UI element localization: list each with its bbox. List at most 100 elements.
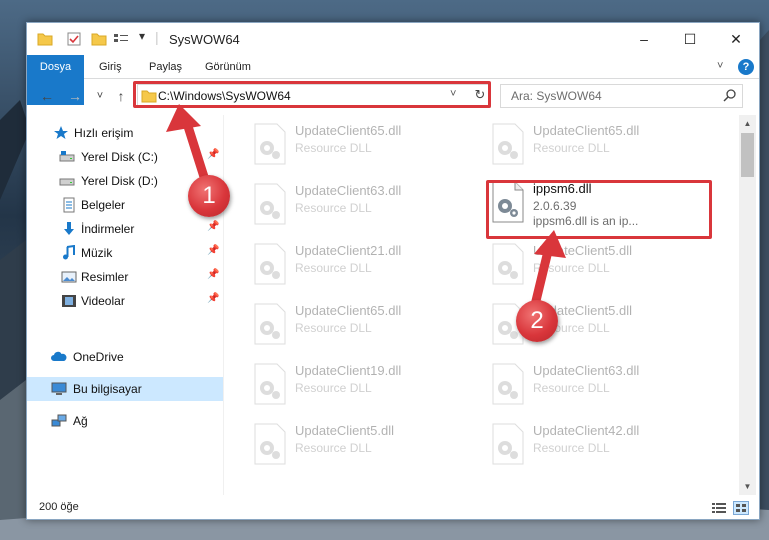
large-icons-view-icon[interactable] [733,501,749,515]
pin-icon[interactable]: 📌 [207,269,219,280]
sidebar-item-network[interactable]: Ağ [27,409,223,433]
search-box[interactable]: Ara: SysWOW64 [500,84,743,108]
tab-view[interactable]: Görünüm [205,55,251,79]
properties-icon[interactable] [67,32,81,46]
help-button[interactable]: ? [738,59,754,75]
vertical-scrollbar[interactable]: ▲ ▼ [739,115,756,495]
pin-icon[interactable]: 📌 [207,245,219,256]
new-folder-icon[interactable] [91,32,107,46]
dll-file-icon [254,303,286,345]
file-item[interactable]: UpdateClient19.dll Resource DLL [247,359,467,409]
sidebar-item-pictures[interactable]: Resimler 📌 [27,265,223,289]
search-input[interactable]: Ara: SysWOW64 [511,89,602,103]
file-list: UpdateClient65.dll Resource DLL UpdateCl… [227,115,735,495]
cloud-icon [51,351,67,361]
details-view-icon[interactable] [711,501,727,515]
refresh-button[interactable]: ↻ [471,87,489,105]
step-badge-2: 2 [516,300,558,342]
file-item[interactable]: UpdateClient42.dll Resource DLL [485,419,705,469]
file-name: ippsm6.dll [533,181,592,196]
file-item[interactable]: UpdateClient63.dll Resource DLL [485,359,705,409]
scroll-thumb[interactable] [741,133,754,177]
dll-file-icon [492,123,524,165]
file-description: Resource DLL [295,441,372,455]
address-text[interactable]: C:\Windows\SysWOW64 [158,89,291,103]
navigation-bar: ← → ˅ ↑ C:\Windows\SysWOW64 ˅ ↻ Ara: Sys… [27,80,759,112]
picture-icon [61,271,77,283]
file-item[interactable]: UpdateClient65.dll Resource DLL [247,299,467,349]
file-description: Resource DLL [533,141,610,155]
file-item[interactable]: UpdateClient63.dll Resource DLL [247,179,467,229]
minimize-button[interactable]: – [621,23,667,55]
address-bar[interactable]: C:\Windows\SysWOW64 ˅ ↻ [137,84,491,108]
recent-locations-button[interactable]: ˅ [90,86,110,106]
file-item-ippsm6[interactable]: ippsm6.dll 2.0.6.39 ippsm6.dll is an ip.… [485,177,705,228]
pin-icon[interactable]: 📌 [207,221,219,232]
close-button[interactable]: ✕ [713,23,759,55]
sidebar-item-this-pc[interactable]: Bu bilgisayar [27,377,223,401]
title-bar: ▾ | SysWOW64 – ☐ ✕ [27,23,759,55]
dll-file-icon [492,243,524,285]
sidebar-item-label: Yerel Disk (D:) [81,174,158,188]
sidebar-item-downloads[interactable]: İndirmeler 📌 [27,217,223,241]
dll-file-icon [254,183,286,225]
maximize-button[interactable]: ☐ [667,23,713,55]
music-icon [63,245,75,260]
file-item[interactable]: UpdateClient65.dll Resource DLL [247,119,467,169]
file-description: Resource DLL [295,261,372,275]
scroll-down-icon[interactable]: ▼ [739,478,756,495]
sidebar-item-videos[interactable]: Videolar 📌 [27,289,223,313]
document-icon [63,197,75,213]
download-icon [64,222,74,235]
file-item[interactable]: UpdateClient5.dll Resource DLL [485,239,705,289]
file-description: Resource DLL [295,201,372,215]
file-name: UpdateClient5.dll [533,243,633,258]
sidebar-item-label: Videolar [81,294,125,308]
sidebar-item-label: Ağ [73,414,88,428]
file-name: UpdateClient19.dll [295,363,402,378]
dll-file-icon [492,423,524,465]
sidebar-item-local-disk-c[interactable]: Yerel Disk (C:) 📌 [27,145,223,169]
item-count: 200 öğe [39,501,79,513]
step-badge-1: 1 [188,175,230,217]
back-button[interactable]: ← [37,86,57,106]
scroll-up-icon[interactable]: ▲ [739,115,756,132]
sidebar-item-label: Hızlı erişim [74,126,134,140]
search-icon[interactable] [723,88,737,102]
view-options-icon[interactable] [113,32,129,46]
dll-file-icon [492,181,524,223]
tab-share[interactable]: Paylaş [149,55,182,79]
ribbon-tabs: Dosya Giriş Paylaş Görünüm ˅ ? [27,55,759,105]
pin-icon[interactable]: 📌 [207,149,219,160]
address-dropdown-icon[interactable]: ˅ [450,88,456,100]
file-name: UpdateClient65.dll [295,123,402,138]
drive-icon [59,178,75,186]
computer-icon [51,382,67,395]
file-item[interactable]: UpdateClient21.dll Resource DLL [247,239,467,289]
sidebar-item-quick-access[interactable]: Hızlı erişim [27,121,223,145]
file-name: UpdateClient42.dll [533,423,640,438]
file-name: UpdateClient65.dll [533,123,640,138]
file-item[interactable]: UpdateClient5.dll Resource DLL [247,419,467,469]
sidebar-item-onedrive[interactable]: OneDrive [27,345,223,369]
pane-divider [223,115,224,495]
file-description: Resource DLL [533,441,610,455]
window-title: SysWOW64 [169,32,240,47]
sidebar-item-label: Bu bilgisayar [73,382,142,396]
video-icon [62,295,76,307]
quick-access-toolbar-dropdown-icon[interactable]: ▾ [139,29,145,43]
sidebar-item-label: Resimler [81,270,129,284]
sidebar-item-label: İndirmeler [81,222,135,236]
sidebar-item-music[interactable]: Müzik 📌 [27,241,223,265]
tab-home[interactable]: Giriş [99,55,122,79]
file-description: Resource DLL [533,261,610,275]
expand-ribbon-icon[interactable]: ˅ [717,60,723,72]
file-explorer-window: ▾ | SysWOW64 – ☐ ✕ Dosya Giriş Paylaş Gö… [26,22,760,520]
pin-icon[interactable]: 📌 [207,293,219,304]
file-version: 2.0.6.39 [533,199,577,213]
file-item[interactable]: UpdateClient65.dll Resource DLL [485,119,705,169]
forward-button[interactable]: → [65,86,85,106]
dll-file-icon [492,363,524,405]
sidebar-item-label: OneDrive [73,350,124,364]
up-button[interactable]: ↑ [111,86,131,106]
